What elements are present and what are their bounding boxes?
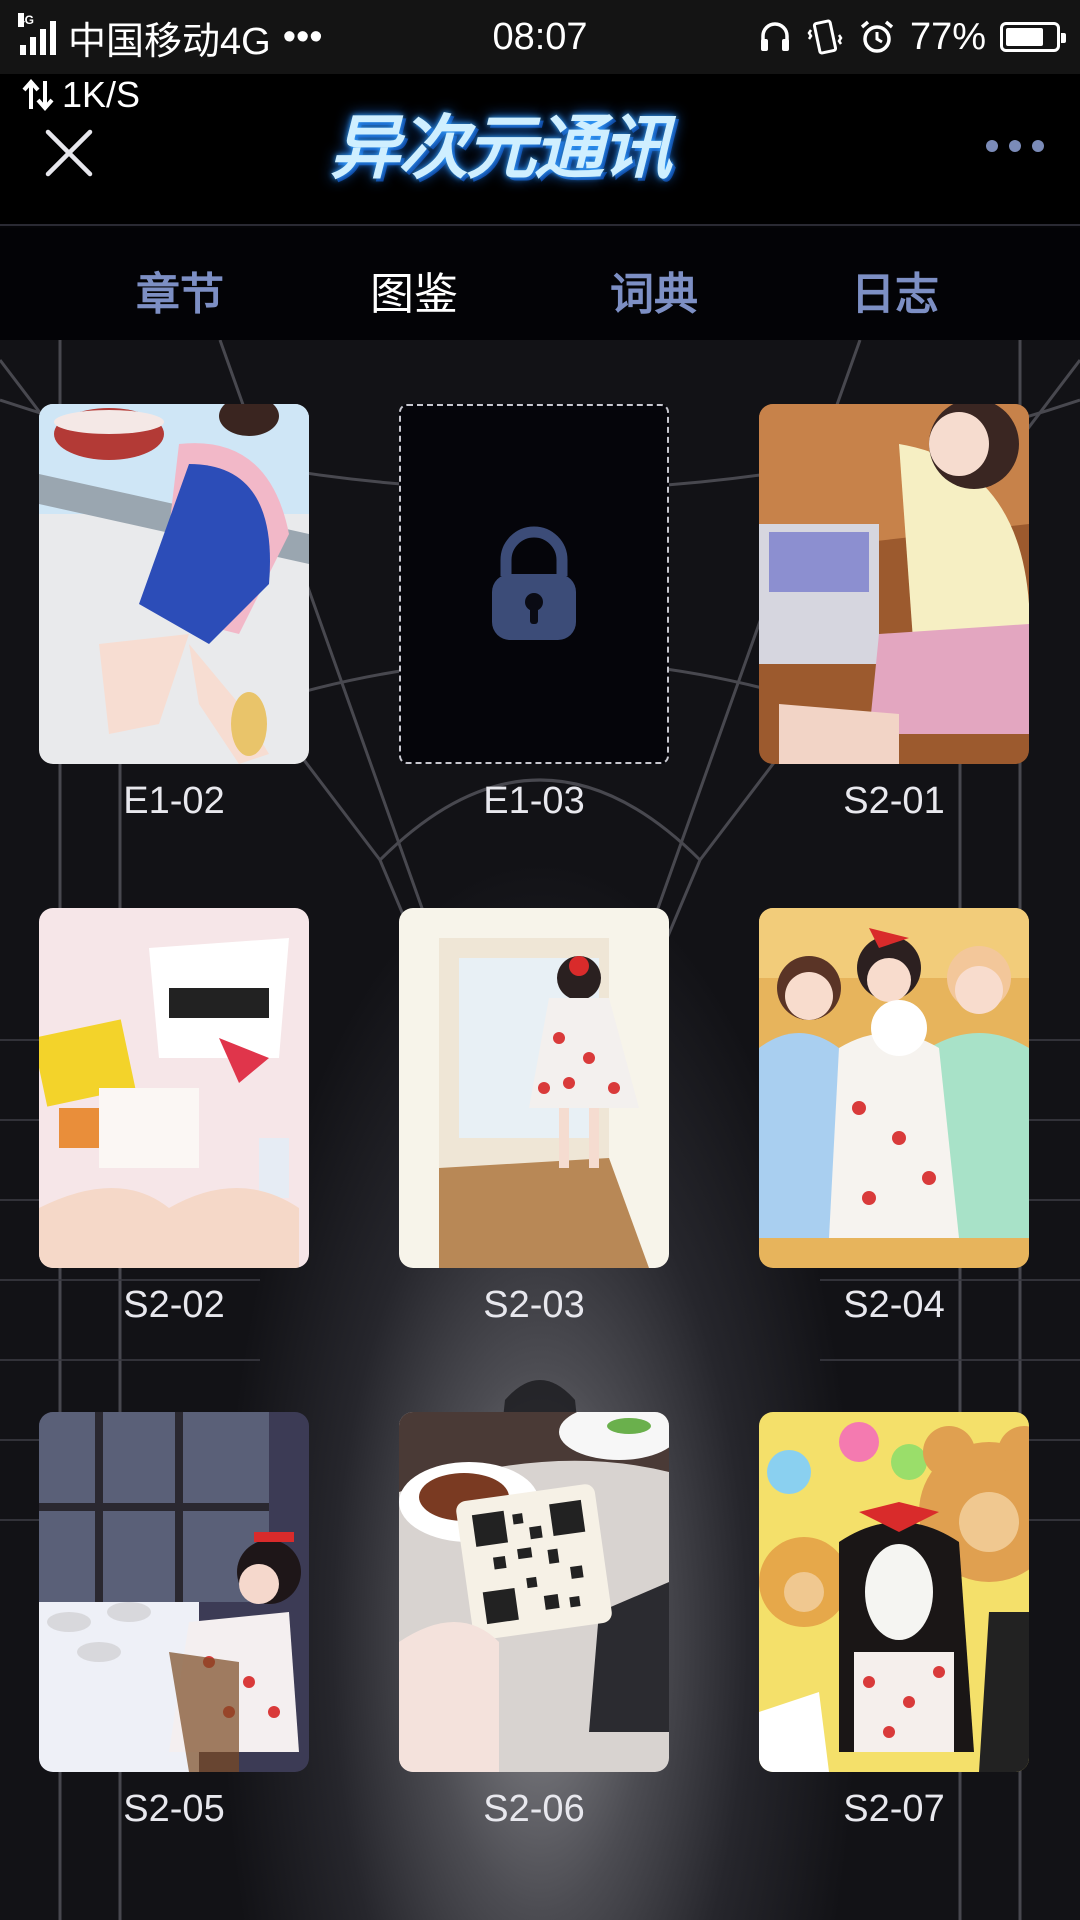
headphones-icon: [760, 22, 789, 51]
data-transfer-icon: [22, 78, 54, 112]
tab-bar: 章节 图鉴 词典 日志: [0, 228, 1080, 340]
card-art: [39, 404, 309, 764]
card-art: [39, 908, 309, 1268]
gallery-card-e1-02[interactable]: [39, 404, 309, 764]
gallery-card-e1-03-locked[interactable]: [399, 404, 669, 764]
card-caption: S2-06: [483, 1788, 585, 1830]
more-icon-dot: [1032, 140, 1044, 152]
vibrate-icon: [807, 19, 843, 55]
card-art: [759, 908, 1029, 1268]
tab-dictionary[interactable]: 词典: [610, 258, 698, 322]
card-caption: S2-02: [123, 1284, 225, 1326]
status-right: 77%: [758, 0, 1066, 74]
battery-icon: [1000, 22, 1066, 52]
gallery-card-s2-03[interactable]: [399, 908, 669, 1268]
net-speed-value: 1K/S: [62, 74, 141, 115]
card-art: [399, 908, 669, 1268]
more-icon-dot: [1009, 140, 1021, 152]
card-art: [759, 404, 1029, 764]
more-icon-dot: [986, 140, 998, 152]
net-speed: 1K/S: [20, 74, 140, 116]
gallery-card-s2-01[interactable]: [759, 404, 1029, 764]
card-caption: E1-02: [123, 780, 225, 822]
close-button[interactable]: [38, 122, 100, 184]
card-art: [759, 1412, 1029, 1772]
tab-gallery[interactable]: 图鉴: [370, 258, 458, 322]
battery-fill: [1006, 28, 1043, 46]
card-caption: E1-03: [483, 780, 585, 822]
card-art: [399, 1412, 669, 1772]
app-logo: 异次元通讯: [330, 92, 750, 212]
close-icon: [45, 129, 93, 177]
card-caption: S2-07: [843, 1788, 945, 1830]
gallery-grid[interactable]: E1-02 E1-03 S2-01 S2-02 S2-03 S2-04 S2-0…: [0, 340, 1080, 1920]
battery-percent: 77%: [909, 15, 986, 58]
gallery-card-s2-04[interactable]: [759, 908, 1029, 1268]
card-art: [39, 1412, 309, 1772]
gallery-card-s2-07[interactable]: [759, 1412, 1029, 1772]
alarm-icon: [860, 20, 894, 53]
card-caption: S2-04: [843, 1284, 945, 1326]
tab-log[interactable]: 日志: [851, 258, 939, 322]
gallery-card-s2-06[interactable]: [399, 1412, 669, 1772]
card-caption: S2-03: [483, 1284, 585, 1326]
card-caption: S2-01: [843, 780, 945, 822]
card-caption: S2-05: [123, 1788, 225, 1830]
logo-text: 异次元通讯: [330, 107, 672, 189]
tab-chapters[interactable]: 章节: [136, 258, 224, 322]
app-header: 1K/S 异次元通讯: [0, 74, 1080, 226]
gallery-card-s2-05[interactable]: [39, 1412, 309, 1772]
status-bar: 4G 中国移动4G ••• 08:07 77%: [0, 0, 1080, 74]
lock-icon: [492, 526, 576, 640]
gallery-card-s2-02[interactable]: [39, 908, 309, 1268]
more-button[interactable]: [986, 140, 1044, 152]
